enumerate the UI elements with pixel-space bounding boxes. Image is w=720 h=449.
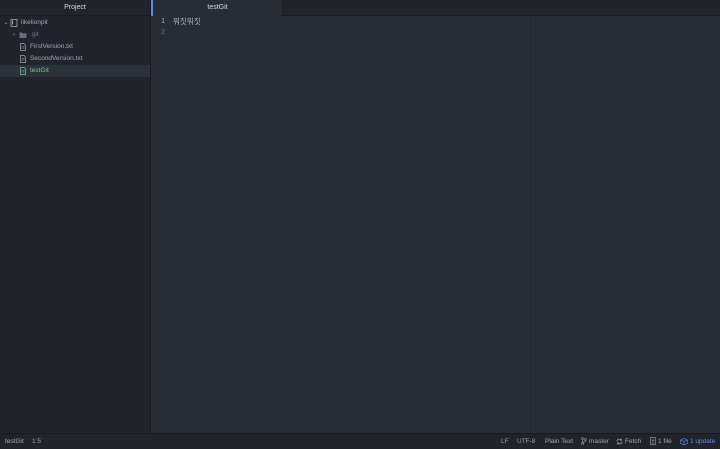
package-icon — [680, 437, 688, 445]
status-branch-label: master — [589, 438, 609, 445]
file-text-icon — [20, 43, 26, 51]
tree-item-label: SecondVersion.txt — [30, 55, 83, 62]
project-tab[interactable]: Project — [0, 0, 150, 16]
code-line[interactable]: 뭐짓뭐짓 — [173, 16, 720, 27]
chevron-down-icon[interactable]: ⌄ — [2, 17, 10, 29]
tree-item-label: FirstVersion.txt — [30, 43, 73, 50]
status-bar: testGit 1:5 LF UTF-8 Plain Text master F… — [0, 433, 720, 449]
text-editor[interactable]: 1 2 뭐짓뭐짓 — [151, 16, 720, 433]
status-encoding[interactable]: UTF-8 — [517, 434, 535, 449]
tree-root[interactable]: ⌄ likelionpit — [0, 17, 150, 29]
tree-item-git-folder[interactable]: › .git — [0, 29, 150, 41]
git-branch-icon — [581, 437, 587, 446]
status-fetch[interactable]: Fetch — [616, 434, 641, 449]
tree-item-testgit[interactable]: testGit — [0, 65, 150, 77]
file-text-icon — [20, 67, 26, 75]
status-branch[interactable]: master — [581, 434, 609, 449]
wrap-guide — [533, 16, 534, 433]
status-line-ending[interactable]: LF — [501, 434, 509, 449]
editor-tab-bar: testGit — [151, 0, 720, 16]
atom-window: Project ⌄ likelionpit › .git FirstVersio… — [0, 0, 720, 449]
line-number: 1 — [161, 18, 165, 25]
status-cursor-position[interactable]: 1:5 — [32, 434, 41, 449]
file-text-icon — [20, 55, 26, 63]
code-line[interactable] — [173, 27, 720, 38]
status-updates-label: 1 update — [690, 438, 716, 445]
code-area[interactable]: 뭐짓뭐짓 — [173, 16, 720, 38]
tree-item-secondversion[interactable]: SecondVersion.txt — [0, 53, 150, 65]
tree-root-label: likelionpit — [21, 19, 48, 26]
tree-item-label: .git — [30, 31, 39, 38]
status-file-name[interactable]: testGit — [5, 434, 24, 449]
diff-icon — [650, 437, 656, 446]
status-updates[interactable]: 1 update — [680, 434, 715, 449]
sync-icon — [616, 438, 623, 445]
status-fetch-label: Fetch — [625, 438, 642, 445]
tree-item-firstversion[interactable]: FirstVersion.txt — [0, 41, 150, 53]
status-changed-files-label: 1 file — [658, 438, 672, 445]
status-grammar[interactable]: Plain Text — [545, 434, 573, 449]
tree-item-label: testGit — [30, 67, 49, 74]
line-number-gutter: 1 2 — [151, 16, 167, 433]
project-sidebar: Project ⌄ likelionpit › .git FirstVersio… — [0, 0, 151, 433]
status-changed-files[interactable]: 1 file — [650, 434, 672, 449]
tab-testgit[interactable]: testGit — [151, 0, 282, 16]
folder-icon — [19, 32, 27, 38]
file-tree: ⌄ likelionpit › .git FirstVersion.txt Se… — [0, 16, 150, 77]
line-number: 2 — [161, 29, 165, 36]
repo-icon — [10, 19, 18, 27]
chevron-right-icon[interactable]: › — [10, 29, 18, 41]
